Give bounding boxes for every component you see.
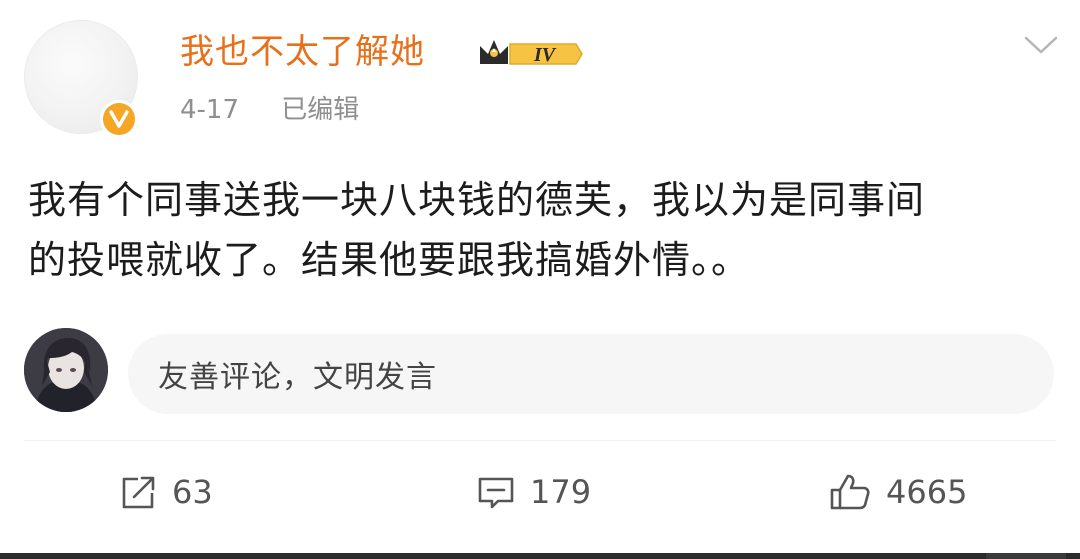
current-user-avatar[interactable] [24, 328, 108, 412]
repost-icon [122, 476, 155, 509]
post-date: 4-17 [180, 95, 240, 125]
verified-v-icon [103, 103, 135, 135]
comment-placeholder: 友善评论，文明发言 [158, 360, 437, 395]
post-body: 我有个同事送我一块八块钱的德芙，我以为是同事间 的投喂就收了。结果他要跟我搞婚外… [28, 170, 1058, 290]
watermark [986, 553, 1066, 559]
author-name[interactable]: 我也不太了解她 [180, 30, 425, 74]
repost-count: 63 [172, 473, 213, 511]
edited-label: 已编辑 [281, 95, 360, 125]
like-button[interactable]: 4665 [828, 470, 967, 514]
repost-button[interactable]: 63 [118, 470, 213, 514]
post-body-line-1: 我有个同事送我一块八块钱的德芙，我以为是同事间 [28, 178, 926, 222]
post-meta: 4-17 已编辑 [180, 92, 359, 128]
comment-input[interactable]: 友善评论，文明发言 [128, 334, 1054, 414]
crown-vip-icon[interactable]: IV [476, 34, 586, 74]
bottom-bar [0, 553, 1080, 559]
chevron-down-icon[interactable] [1022, 30, 1060, 58]
weibo-post-card: 我也不太了解她 IV 4-17 已编辑 我有个同事送我一块八块钱的德芙，我以为是… [0, 0, 1080, 559]
comment-button[interactable]: 179 [476, 470, 591, 514]
like-count: 4665 [886, 473, 968, 511]
comment-icon [478, 477, 514, 509]
post-body-line-2: 的投喂就收了。结果他要跟我搞婚外情。。 [28, 238, 751, 282]
thumbs-up-icon [830, 474, 870, 510]
divider [24, 440, 1056, 441]
vip-level-label: IV [533, 44, 557, 66]
comment-count: 179 [530, 473, 592, 511]
verified-badge [100, 100, 138, 138]
